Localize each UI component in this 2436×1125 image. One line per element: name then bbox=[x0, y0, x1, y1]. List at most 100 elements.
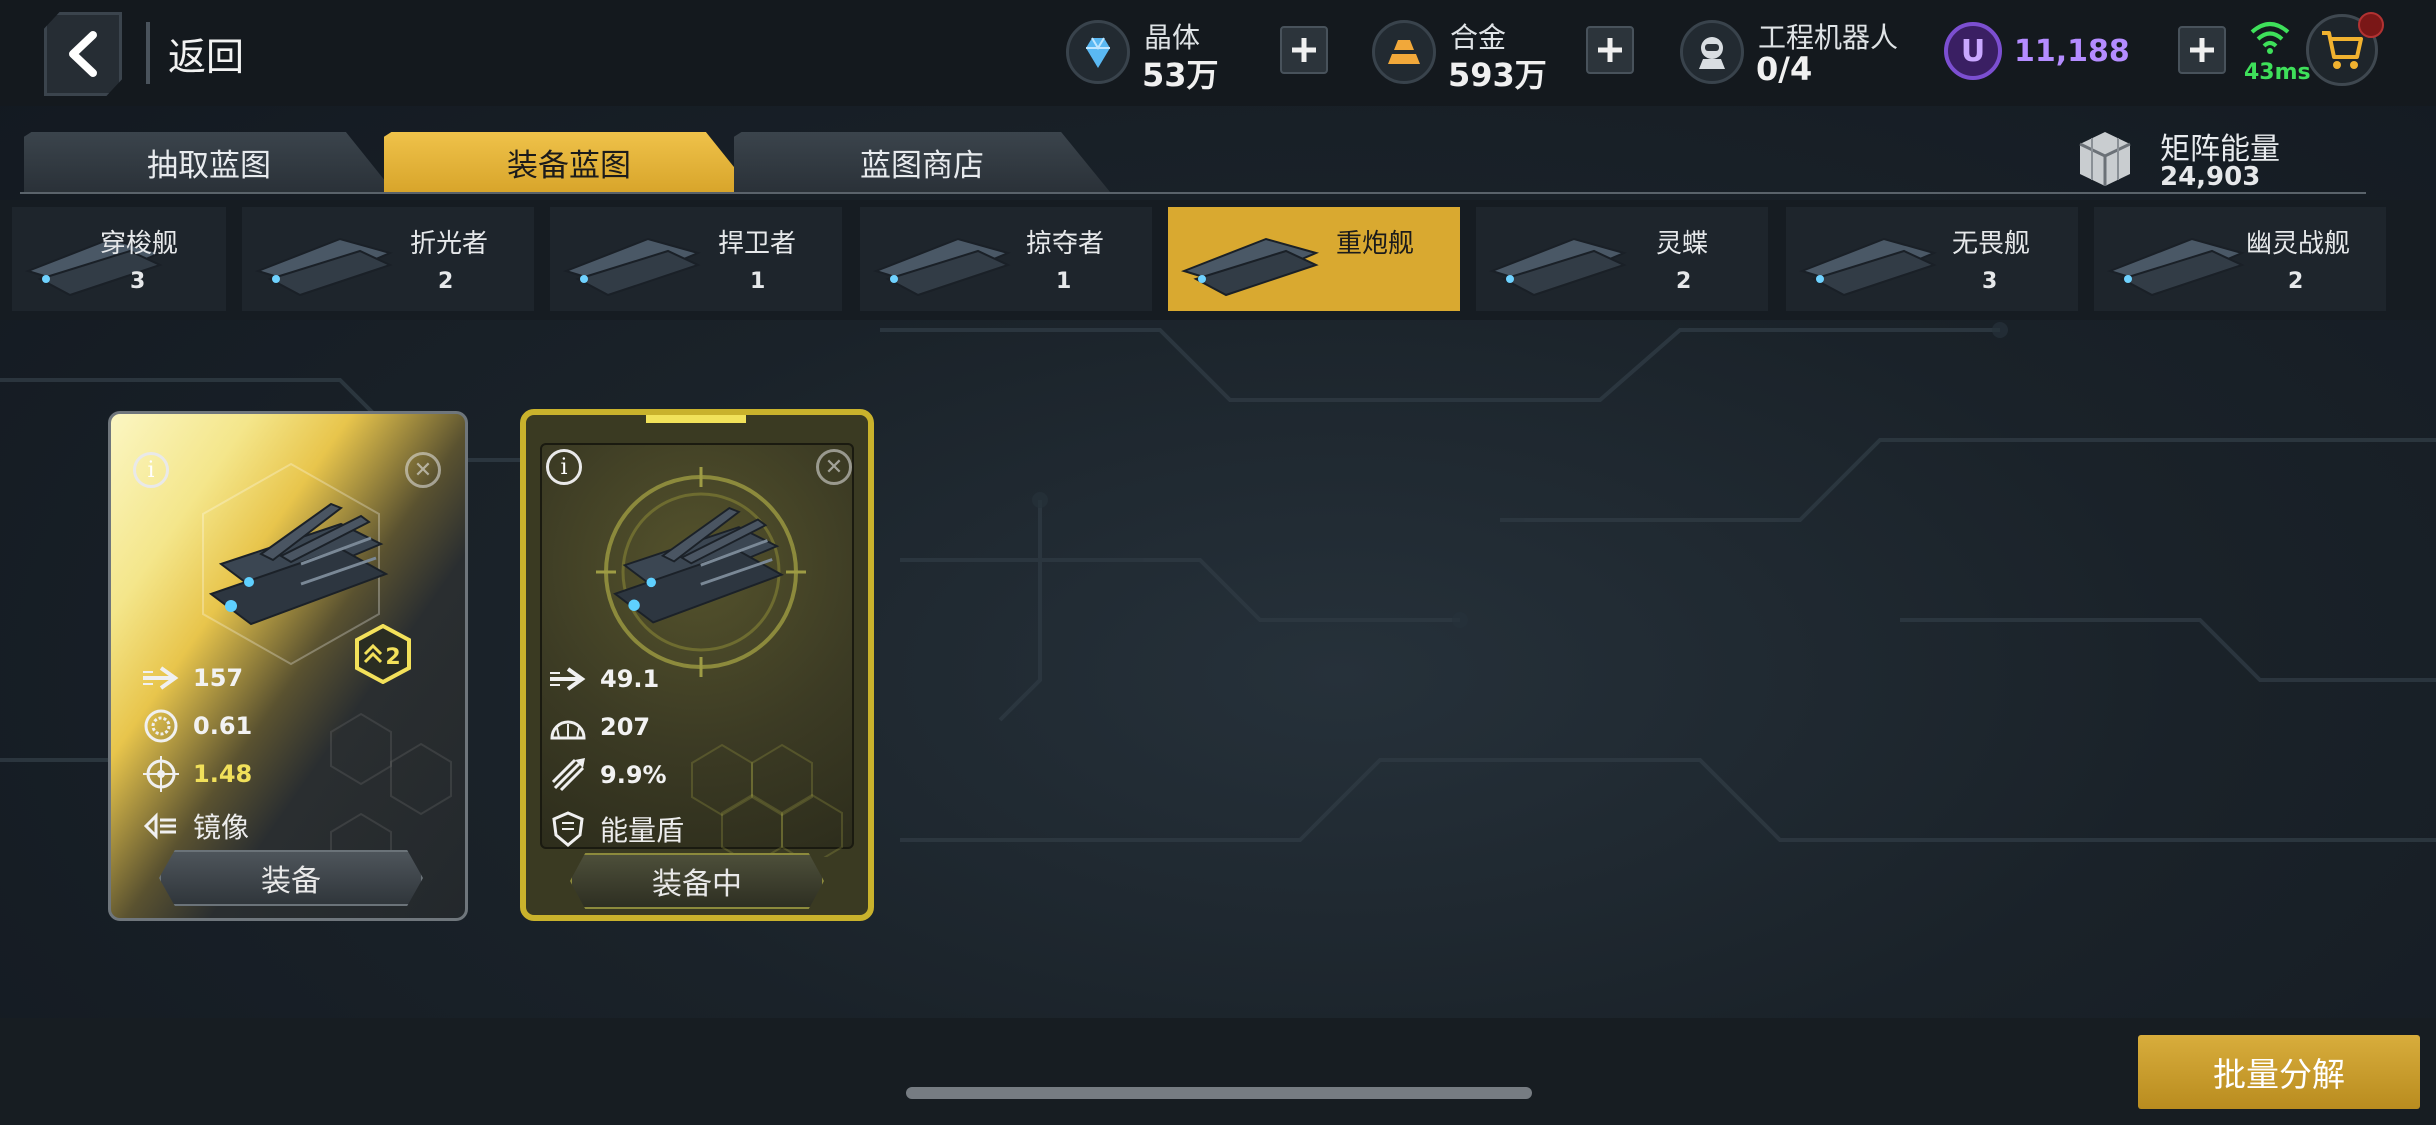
stat-armor: 207 bbox=[548, 707, 650, 747]
heavy-gunship-image bbox=[613, 507, 784, 624]
ability-label: 能量盾 bbox=[600, 814, 685, 847]
ability-mirror: 镜像 bbox=[141, 806, 249, 846]
ship-class-tab[interactable]: 重炮舰 bbox=[1168, 207, 1460, 311]
stat-speed: 157 bbox=[141, 658, 243, 698]
ship-class-count: 2 bbox=[438, 269, 454, 294]
back-button[interactable] bbox=[44, 12, 122, 96]
resource-value: 0/4 bbox=[1756, 50, 1813, 88]
batch-dismantle-button[interactable]: 批量分解 bbox=[2138, 1035, 2420, 1109]
stat-value: 207 bbox=[600, 713, 651, 741]
stat-missile: 9.9% bbox=[548, 755, 667, 795]
tab-underline bbox=[20, 192, 2366, 194]
crystal-icon bbox=[1066, 20, 1130, 84]
equipped-glow bbox=[646, 415, 746, 423]
plus-icon bbox=[1292, 38, 1316, 62]
plus-icon bbox=[1598, 38, 1622, 62]
ship-thumbnail bbox=[562, 237, 702, 297]
ship-thumbnail bbox=[2106, 237, 2246, 297]
close-icon[interactable]: ✕ bbox=[816, 449, 852, 485]
ship-thumbnail bbox=[254, 237, 394, 297]
ship-thumbnail bbox=[872, 237, 1012, 297]
add-crystal-button[interactable] bbox=[1280, 26, 1328, 74]
chevron-left-icon bbox=[69, 31, 97, 77]
stat-value: 1.48 bbox=[193, 760, 253, 788]
ship-thumbnail bbox=[1798, 237, 1938, 297]
ship-class-name: 灵蝶 bbox=[1656, 229, 1709, 259]
ship-class-name: 捍卫者 bbox=[718, 229, 797, 259]
heavy-gunship-image bbox=[208, 502, 389, 626]
bottom-bar bbox=[0, 1018, 2436, 1125]
mirror-icon bbox=[141, 808, 181, 844]
info-icon[interactable]: i bbox=[133, 452, 169, 488]
robot-icon bbox=[1680, 20, 1744, 84]
matrix-cube-icon bbox=[2079, 132, 2131, 186]
home-indicator[interactable] bbox=[906, 1087, 1532, 1099]
ship-class-name: 穿梭舰 bbox=[100, 229, 179, 259]
ship-class-count: 2 bbox=[1676, 269, 1692, 294]
matrix-energy-value: 24,903 bbox=[2160, 162, 2261, 192]
add-alloy-button[interactable] bbox=[1586, 26, 1634, 74]
blueprint-card-1[interactable]: i ✕ 2 157 0.61 1.48 镜像 装备 bbox=[108, 411, 468, 921]
ship-class-tab[interactable]: 无畏舰 3 bbox=[1786, 207, 2078, 311]
tab-equip-blueprint[interactable]: 装备蓝图 bbox=[384, 132, 754, 192]
ship-thumbnail bbox=[1488, 237, 1628, 297]
missile-icon bbox=[548, 757, 588, 793]
divider bbox=[146, 22, 150, 84]
cart-icon bbox=[2322, 31, 2363, 69]
equip-button[interactable]: 装备 bbox=[159, 850, 423, 906]
ability-shield: 能量盾 bbox=[548, 809, 684, 849]
stat-accuracy: 1.48 bbox=[141, 754, 252, 794]
u-coin-icon: U bbox=[1944, 22, 2002, 80]
ship-class-name: 重炮舰 bbox=[1336, 229, 1415, 259]
ship-class-tab[interactable]: 掠夺者 1 bbox=[860, 207, 1152, 311]
ship-class-name: 折光者 bbox=[410, 229, 489, 259]
ship-class-count: 3 bbox=[130, 269, 146, 294]
ship-class-tab[interactable]: 捍卫者 1 bbox=[550, 207, 842, 311]
stat-speed: 49.1 bbox=[548, 659, 659, 699]
alloy-icon bbox=[1372, 20, 1436, 84]
card-inner-panel: i ✕ 49.1 207 9.9% 能量盾 bbox=[540, 443, 854, 857]
ship-class-name: 无畏舰 bbox=[1952, 229, 2031, 259]
ship-class-name: 幽灵战舰 bbox=[2246, 229, 2351, 259]
ship-class-count: 2 bbox=[2288, 269, 2304, 294]
tab-blueprint-shop[interactable]: 蓝图商店 bbox=[734, 132, 1110, 192]
top-bar: 返回 晶体 53万 合金 593万 工程机器人 0/4 U 11,188 43m… bbox=[0, 0, 2436, 106]
ship-class-count: 3 bbox=[1982, 269, 1998, 294]
ship-class-tab[interactable]: 穿梭舰 3 bbox=[12, 207, 226, 311]
shield-icon bbox=[548, 811, 588, 847]
equipped-button[interactable]: 装备中 bbox=[570, 853, 824, 909]
stat-value: 49.1 bbox=[600, 665, 660, 693]
ship-class-count: 1 bbox=[1056, 269, 1072, 294]
ship-thumbnail bbox=[1180, 237, 1320, 297]
back-label[interactable]: 返回 bbox=[168, 26, 244, 81]
tab-draw-blueprint[interactable]: 抽取蓝图 bbox=[24, 132, 394, 192]
ship-class-count: 1 bbox=[750, 269, 766, 294]
ship-class-tab[interactable]: 幽灵战舰 2 bbox=[2094, 207, 2386, 311]
stat-value: 9.9% bbox=[600, 761, 667, 789]
resource-value: 53万 bbox=[1142, 56, 1219, 94]
speed-arrow-icon bbox=[548, 661, 588, 697]
armor-dial-icon bbox=[548, 709, 588, 745]
speed-arrow-icon bbox=[141, 660, 181, 696]
plus-icon bbox=[2190, 38, 2214, 62]
rate-dial-icon bbox=[141, 708, 181, 744]
ping-readout: 43ms bbox=[2244, 60, 2311, 85]
stat-value: 157 bbox=[193, 664, 244, 692]
wifi-icon bbox=[2250, 22, 2290, 54]
ability-label: 镜像 bbox=[193, 811, 250, 844]
close-icon[interactable]: ✕ bbox=[405, 452, 441, 488]
stat-rate: 0.61 bbox=[141, 706, 252, 746]
add-premium-button[interactable] bbox=[2178, 26, 2226, 74]
crosshair-icon bbox=[141, 756, 181, 792]
tier-badge: 2 bbox=[355, 624, 411, 684]
notification-dot bbox=[2358, 12, 2384, 38]
tier-value: 2 bbox=[385, 645, 400, 670]
info-icon[interactable]: i bbox=[546, 449, 582, 485]
ship-class-tab[interactable]: 灵蝶 2 bbox=[1476, 207, 1768, 311]
ship-class-tab[interactable]: 折光者 2 bbox=[242, 207, 534, 311]
resource-value: 593万 bbox=[1448, 56, 1547, 94]
stat-value: 0.61 bbox=[193, 712, 253, 740]
premium-value: 11,188 bbox=[2014, 34, 2130, 69]
blueprint-card-2-equipped[interactable]: i ✕ 49.1 207 9.9% 能量盾 装备中 bbox=[520, 409, 874, 921]
ship-class-name: 掠夺者 bbox=[1026, 229, 1105, 259]
